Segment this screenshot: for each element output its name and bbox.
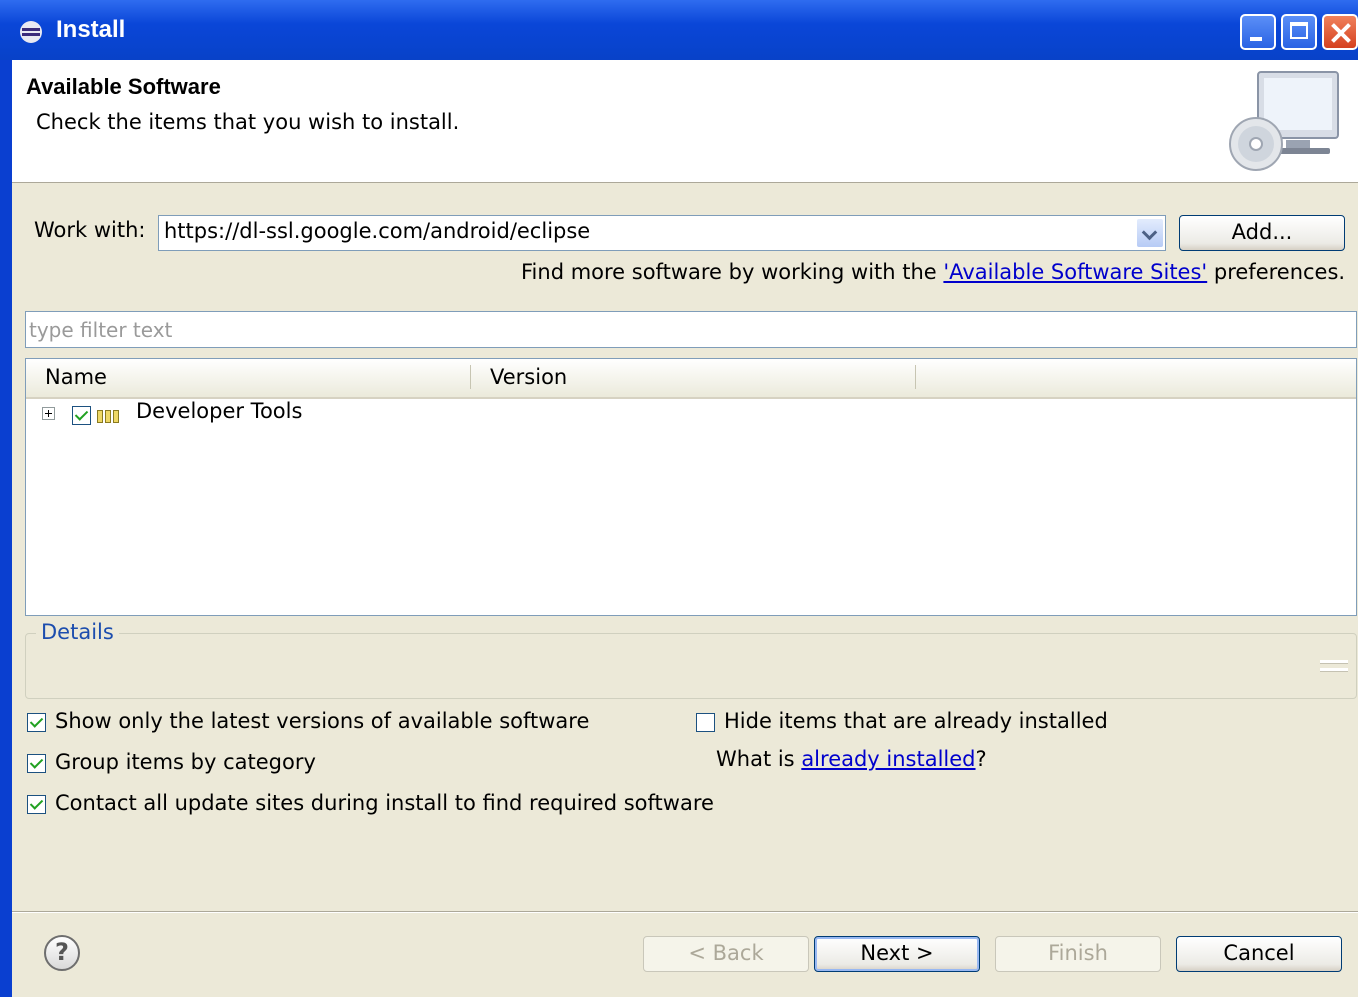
column-name[interactable]: Name	[45, 365, 107, 389]
hide-installed-checkbox[interactable]	[696, 713, 715, 732]
sites-hint: Find more software by working with the '…	[521, 260, 1345, 284]
close-icon[interactable]	[1322, 14, 1358, 50]
what-is-prefix: What is	[716, 747, 802, 771]
install-wizard-icon	[1229, 71, 1339, 171]
title-bar[interactable]: Install	[0, 0, 1358, 60]
software-tree[interactable]: Name Version Developer Tools	[25, 358, 1357, 616]
details-resize-handle[interactable]	[1320, 656, 1348, 678]
filter-field[interactable]	[25, 311, 1358, 348]
tree-header: Name Version	[26, 359, 1356, 399]
group-by-category-checkbox[interactable]	[27, 754, 46, 773]
details-group	[25, 633, 1357, 699]
tree-item-label[interactable]: Developer Tools	[136, 399, 302, 423]
page-description: Check the items that you wish to install…	[36, 110, 460, 134]
install-window: Install Available Software Check the ite…	[0, 0, 1358, 997]
dropdown-arrow-icon[interactable]	[1137, 219, 1163, 247]
available-sites-link[interactable]: 'Available Software Sites'	[943, 260, 1207, 284]
maximize-icon[interactable]	[1281, 14, 1317, 50]
page-title: Available Software	[26, 74, 221, 99]
work-with-label: Work with:	[34, 218, 146, 242]
wizard-header: Available Software Check the items that …	[12, 60, 1358, 183]
next-button[interactable]: Next >	[814, 936, 980, 972]
filter-input[interactable]	[26, 312, 1358, 347]
add-button[interactable]: Add...	[1179, 215, 1345, 251]
finish-button[interactable]: Finish	[995, 936, 1161, 972]
window-title: Install	[56, 16, 126, 43]
category-icon	[97, 404, 125, 423]
column-separator[interactable]	[915, 365, 916, 389]
help-icon[interactable]: ?	[44, 935, 80, 971]
sites-hint-prefix: Find more software by working with the	[521, 260, 944, 284]
expand-icon[interactable]	[42, 407, 55, 420]
back-button[interactable]: < Back	[643, 936, 809, 972]
cancel-button[interactable]: Cancel	[1176, 936, 1342, 972]
details-title: Details	[36, 620, 119, 644]
work-with-value: https://dl-ssl.google.com/android/eclips…	[164, 219, 591, 243]
show-latest-checkbox[interactable]	[27, 713, 46, 732]
contact-sites-label[interactable]: Contact all update sites during install …	[55, 791, 714, 815]
eclipse-icon	[20, 21, 42, 43]
contact-sites-checkbox[interactable]	[27, 795, 46, 814]
button-bar-separator	[12, 911, 1358, 913]
minimize-icon[interactable]	[1240, 14, 1276, 50]
show-latest-label[interactable]: Show only the latest versions of availab…	[55, 709, 589, 733]
work-with-combo[interactable]: https://dl-ssl.google.com/android/eclips…	[158, 215, 1166, 251]
hide-installed-label[interactable]: Hide items that are already installed	[724, 709, 1108, 733]
what-is-installed: What is already installed?	[716, 747, 987, 771]
column-separator[interactable]	[470, 365, 471, 389]
already-installed-link[interactable]: already installed	[801, 747, 975, 771]
sites-hint-suffix: preferences.	[1207, 260, 1346, 284]
what-is-suffix: ?	[975, 747, 987, 771]
developer-tools-checkbox[interactable]	[72, 406, 91, 425]
group-by-category-label[interactable]: Group items by category	[55, 750, 316, 774]
column-version[interactable]: Version	[490, 365, 567, 389]
dialog-body: Available Software Check the items that …	[12, 60, 1358, 997]
